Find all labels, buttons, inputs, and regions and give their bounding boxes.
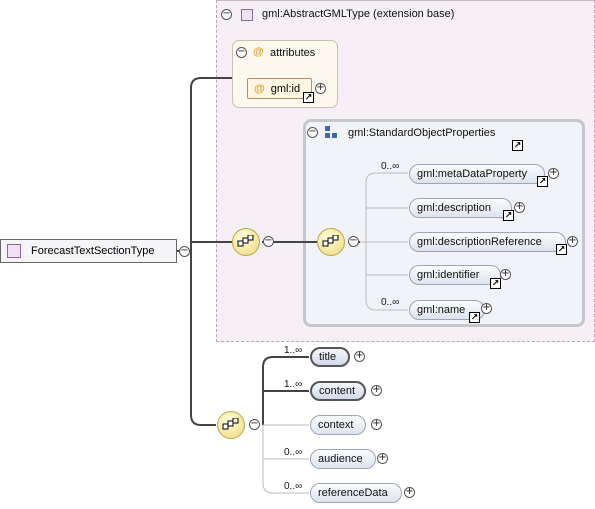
expand-icon[interactable]: +: [500, 269, 511, 280]
element-label: content: [319, 385, 356, 397]
element-label: gml:description: [417, 202, 491, 214]
element-label: title: [319, 351, 337, 363]
occurrence-label: 1..∞: [284, 379, 303, 390]
occurrence-label: 0..∞: [284, 447, 303, 458]
sequence-compositor-icon[interactable]: [317, 228, 345, 256]
element-label: context: [318, 419, 354, 431]
sequence-glyph-icon: [237, 235, 254, 247]
element-gml-metadataproperty[interactable]: gml:metaDataProperty: [409, 164, 545, 184]
expand-icon[interactable]: +: [514, 202, 525, 213]
element-title[interactable]: title: [310, 347, 350, 367]
sequence-glyph-icon: [222, 418, 239, 430]
sequence-glyph-icon: [322, 235, 339, 247]
expand-icon[interactable]: +: [404, 487, 415, 498]
element-label: audience: [318, 453, 363, 465]
link-arrow-icon[interactable]: ↗: [490, 278, 501, 289]
root-complex-type[interactable]: ForecastTextSectionType: [0, 239, 177, 263]
expand-icon[interactable]: +: [371, 419, 382, 430]
expand-icon[interactable]: +: [354, 351, 365, 362]
element-label: gml:name: [417, 304, 466, 316]
element-gml-description[interactable]: gml:description: [409, 198, 512, 218]
link-arrow-icon[interactable]: ↗: [537, 176, 548, 187]
root-type-label: ForecastTextSectionType: [31, 245, 155, 257]
occurrence-label: 0..∞: [381, 297, 400, 308]
link-arrow-icon[interactable]: ↗: [469, 312, 480, 323]
expand-icon[interactable]: +: [548, 168, 559, 179]
element-label: gml:metaDataProperty: [417, 168, 528, 180]
element-audience[interactable]: audience: [310, 449, 376, 469]
element-content[interactable]: content: [310, 381, 366, 401]
sequence-compositor-icon[interactable]: [217, 411, 245, 439]
link-arrow-icon[interactable]: ↗: [503, 210, 514, 221]
collapse-sequence-icon[interactable]: −: [263, 236, 274, 247]
collapse-sequence-icon[interactable]: −: [348, 236, 359, 247]
complex-type-icon: [7, 244, 21, 258]
expand-icon[interactable]: +: [567, 236, 578, 247]
element-label: gml:identifier: [417, 269, 480, 281]
expand-icon[interactable]: +: [481, 303, 492, 314]
element-label: referenceData: [318, 487, 388, 499]
element-gml-descriptionreference[interactable]: gml:descriptionReference: [409, 232, 566, 252]
collapse-sequence-icon[interactable]: −: [249, 419, 260, 430]
element-label: gml:descriptionReference: [417, 236, 542, 248]
link-arrow-icon[interactable]: ↗: [556, 244, 567, 255]
occurrence-label: 0..∞: [381, 161, 400, 172]
expand-icon[interactable]: +: [377, 453, 388, 464]
expand-icon[interactable]: +: [371, 385, 382, 396]
sequence-compositor-icon[interactable]: [232, 228, 260, 256]
collapse-root-icon[interactable]: −: [179, 246, 190, 257]
element-context[interactable]: context: [310, 415, 366, 435]
element-referencedata[interactable]: referenceData: [310, 483, 402, 503]
occurrence-label: 1..∞: [284, 345, 303, 356]
occurrence-label: 0..∞: [284, 481, 303, 492]
element-gml-identifier[interactable]: gml:identifier: [409, 265, 501, 285]
